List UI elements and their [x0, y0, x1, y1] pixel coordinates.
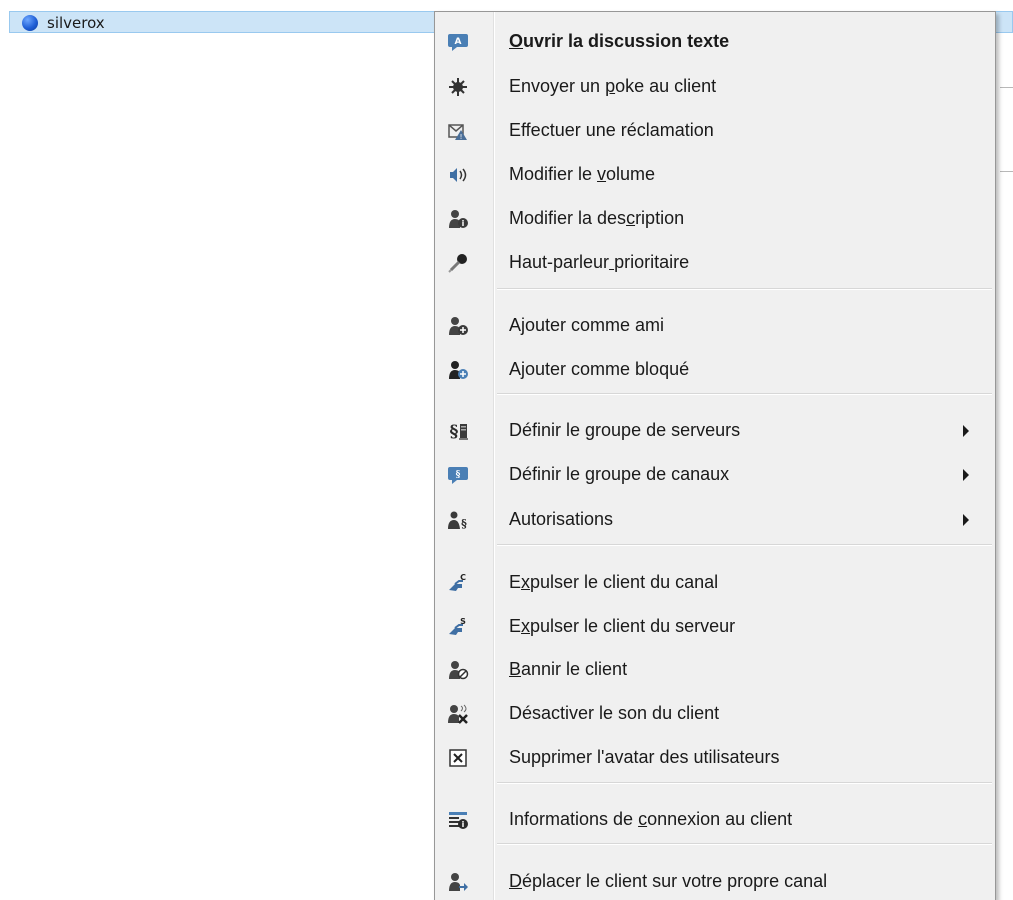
delete-avatar-icon — [447, 747, 469, 769]
svg-text:!: ! — [460, 133, 463, 141]
menu-item-ban-client[interactable]: Bannir le client — [435, 652, 995, 688]
menu-item-label: Haut-parleur prioritaire — [509, 252, 690, 272]
svg-text:i: i — [462, 820, 465, 829]
menu-item-permissions[interactable]: § Autorisations — [435, 502, 995, 538]
add-friend-icon — [447, 315, 469, 337]
chat-bubble-icon: A — [447, 31, 469, 53]
svg-text:§: § — [461, 517, 467, 530]
server-group-icon: § — [447, 420, 469, 442]
menu-item-move-client-to-own-channel[interactable]: Déplacer le client sur votre propre cana… — [435, 864, 995, 900]
menu-item-label: Envoyer un poke au client — [509, 76, 717, 96]
poke-icon — [447, 76, 469, 98]
svg-text:i: i — [462, 219, 465, 228]
client-status-icon — [22, 15, 38, 31]
menu-item-label: Modifier la description — [509, 208, 685, 228]
menu-item-set-server-group[interactable]: § Définir le groupe de serveurs — [435, 413, 995, 449]
menu-item-kick-from-server[interactable]: S Expulser le client du serveur — [435, 609, 995, 645]
svg-text:C: C — [460, 573, 466, 582]
menu-item-label: Bannir le client — [509, 659, 628, 679]
menu-item-kick-from-channel[interactable]: C Expulser le client du canal — [435, 565, 995, 601]
menu-item-poke-client[interactable]: Envoyer un poke au client — [435, 69, 995, 105]
submenu-arrow-icon — [963, 514, 969, 526]
menu-item-connection-info[interactable]: i Informations de connexion au client — [435, 802, 995, 838]
volume-icon — [447, 164, 469, 186]
kick-channel-icon: C — [447, 572, 469, 594]
svg-text:§: § — [450, 422, 459, 442]
ban-icon — [447, 659, 469, 681]
menu-item-delete-avatar[interactable]: Supprimer l'avatar des utilisateurs — [435, 740, 995, 776]
channel-group-icon: § — [447, 464, 469, 486]
move-client-icon — [447, 871, 469, 893]
menu-item-open-text-chat[interactable]: A Ouvrir la discussion texte — [435, 24, 995, 60]
menu-item-label: Autorisations — [509, 509, 614, 529]
svg-text:A: A — [455, 37, 462, 47]
menu-item-change-description[interactable]: i Modifier la description — [435, 201, 995, 237]
permissions-icon: § — [447, 509, 469, 531]
menu-item-label: Ouvrir la discussion texte — [509, 31, 730, 51]
tree-line — [1000, 171, 1013, 172]
menu-separator — [497, 544, 992, 546]
menu-separator — [497, 782, 992, 784]
menu-item-add-friend[interactable]: Ajouter comme ami — [435, 308, 995, 344]
submenu-arrow-icon — [963, 469, 969, 481]
menu-item-label: Expulser le client du serveur — [509, 616, 736, 636]
menu-separator — [497, 393, 992, 395]
menu-item-label: Effectuer une réclamation — [509, 120, 714, 140]
microphone-icon — [447, 252, 469, 274]
svg-text:§: § — [456, 470, 461, 480]
menu-item-label: Modifier le volume — [509, 164, 656, 184]
menu-item-label: Ajouter comme ami — [509, 315, 665, 335]
submenu-arrow-icon — [963, 425, 969, 437]
tree-line — [1000, 87, 1013, 88]
menu-item-priority-speaker[interactable]: Haut-parleur prioritaire — [435, 245, 995, 281]
menu-item-label: Expulser le client du canal — [509, 572, 719, 592]
menu-item-label: Informations de connexion au client — [509, 809, 793, 829]
menu-separator — [497, 843, 992, 845]
menu-item-label: Déplacer le client sur votre propre cana… — [509, 871, 828, 891]
menu-separator — [497, 288, 992, 290]
menu-item-set-channel-group[interactable]: § Définir le groupe de canaux — [435, 457, 995, 493]
svg-text:S: S — [460, 617, 466, 626]
menu-item-label: Définir le groupe de canaux — [509, 464, 730, 484]
menu-item-add-blocked[interactable]: Ajouter comme bloqué — [435, 352, 995, 388]
menu-item-file-complaint[interactable]: ! Effectuer une réclamation — [435, 113, 995, 149]
add-blocked-icon — [447, 359, 469, 381]
client-name: silverox — [47, 14, 105, 32]
connection-info-icon: i — [447, 809, 469, 831]
menu-item-change-volume[interactable]: Modifier le volume — [435, 157, 995, 193]
user-info-icon: i — [447, 208, 469, 230]
menu-item-label: Ajouter comme bloqué — [509, 359, 690, 379]
menu-item-label: Désactiver le son du client — [509, 703, 720, 723]
mute-client-icon — [447, 703, 469, 725]
menu-item-mute-client[interactable]: Désactiver le son du client — [435, 696, 995, 732]
menu-item-label: Supprimer l'avatar des utilisateurs — [509, 747, 780, 767]
kick-server-icon: S — [447, 616, 469, 638]
complaint-icon: ! — [447, 120, 469, 142]
client-context-menu: A Ouvrir la discussion texte Envoyer un … — [434, 11, 996, 900]
menu-item-label: Définir le groupe de serveurs — [509, 420, 741, 440]
